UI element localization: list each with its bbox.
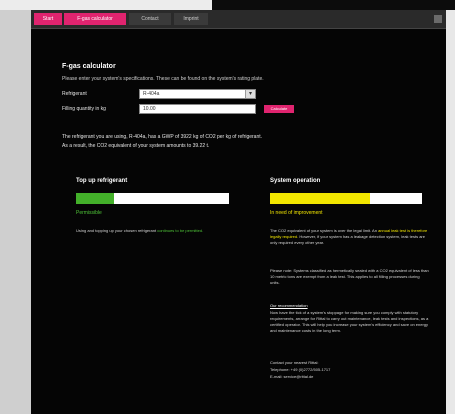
contact-email[interactable]: E-mail: service@rittal.de — [270, 374, 430, 380]
filling-quantity-label: Filling quantity in kg — [62, 106, 106, 112]
operation-status-fill — [270, 193, 371, 204]
refrigerant-label: Refrigerant — [62, 91, 87, 97]
filling-quantity-input[interactable]: 10.00 — [139, 104, 256, 114]
topup-description-text: Using and topping up your chosen refrige… — [76, 228, 157, 233]
tab-imprint[interactable]: Imprint — [174, 13, 208, 25]
tab-f-gas-calculator[interactable]: F-gas calculator — [64, 13, 126, 25]
operation-paragraph-1a: The CO2 equivalent of your system is ove… — [270, 228, 377, 233]
recommendation-heading-text: Our recommendation — [270, 303, 308, 308]
topup-status-text: Permissible — [76, 210, 102, 216]
language-icon[interactable] — [434, 15, 442, 23]
recommendation-text: Now have the tick of a system's stoppage… — [270, 310, 429, 333]
topup-status-bar — [76, 193, 229, 204]
operation-paragraph-1: The CO2 equivalent of your system is ove… — [270, 228, 430, 246]
chevron-down-icon[interactable]: ▾ — [245, 90, 255, 98]
operation-status-bar — [270, 193, 422, 204]
recommendation-heading: Our recommendation — [270, 303, 430, 309]
contact-telephone: Telephone: +49 (0)2772/505-1717 — [270, 367, 331, 372]
intro-text: Please enter your system's specification… — [62, 76, 264, 82]
calculate-button[interactable]: Calculate — [264, 105, 294, 113]
page-title: F-gas calculator — [62, 63, 116, 70]
refrigerant-select[interactable]: R-404a ▾ — [139, 89, 256, 99]
topup-heading: Top up refrigerant — [76, 178, 128, 184]
contact-intro: Contact your nearest Rittal: — [270, 360, 319, 365]
browser-top-strip — [0, 0, 212, 10]
tab-contact[interactable]: Contact — [129, 13, 171, 25]
filling-quantity-value: 10.00 — [143, 106, 156, 112]
browser-top-dark-strip — [212, 0, 455, 10]
top-navigation: Start F-gas calculator Contact Imprint — [31, 10, 446, 29]
result-co2-text: As a result, the CO2 equivalent of your … — [62, 143, 210, 149]
calculator-window: Start F-gas calculator Contact Imprint F… — [31, 10, 446, 414]
topup-description: Using and topping up your chosen refrige… — [76, 228, 226, 234]
refrigerant-value: R-404a — [143, 91, 160, 97]
result-gwp-text: The refrigerant you are using, R-404a, h… — [62, 134, 263, 140]
topup-description-link[interactable]: continues to be permitted. — [157, 228, 203, 233]
topup-status-fill — [76, 193, 115, 204]
operation-status-text: In need of improvement — [270, 210, 323, 216]
operation-heading: System operation — [270, 178, 321, 184]
tab-start[interactable]: Start — [34, 13, 62, 25]
operation-paragraph-2: Please note: Systems classified as herme… — [270, 268, 429, 285]
page-edge — [446, 10, 455, 414]
